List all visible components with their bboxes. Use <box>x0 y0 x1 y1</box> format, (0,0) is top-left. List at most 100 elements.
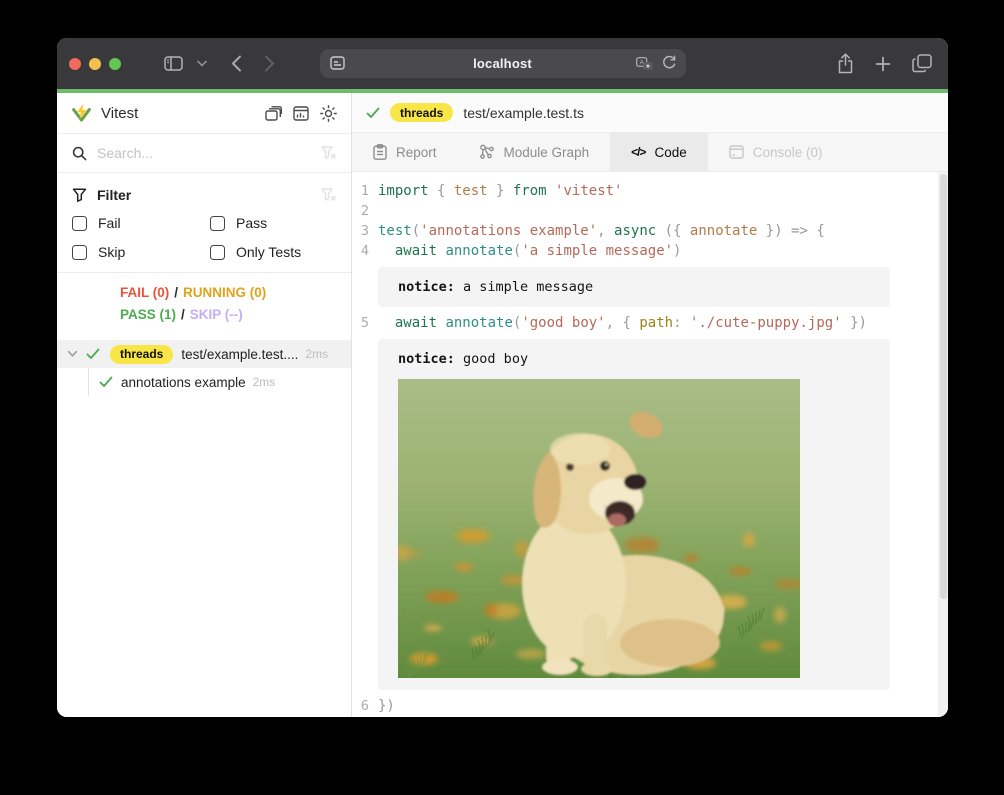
checkbox-box[interactable] <box>210 245 225 260</box>
code-text: import { test } from 'vitest' <box>378 181 622 201</box>
clear-search-filter-icon[interactable] <box>321 146 336 160</box>
duration: 2ms <box>253 375 276 389</box>
tab-overview-icon[interactable] <box>912 54 932 73</box>
pass-check-icon <box>366 107 380 119</box>
zoom-window-button[interactable] <box>109 58 121 70</box>
filter-checkbox-skip[interactable]: Skip <box>72 244 210 260</box>
new-tab-icon[interactable] <box>875 56 891 72</box>
page-settings-icon[interactable] <box>330 56 345 70</box>
clear-filter-icon[interactable] <box>321 188 336 202</box>
notice-label: notice: <box>398 279 455 295</box>
line-number: 3 <box>352 221 378 241</box>
tab-console: Console (0) <box>708 133 844 171</box>
pool-badge: threads <box>390 103 453 122</box>
search-input[interactable] <box>97 145 311 161</box>
translate-icon[interactable]: A ★ <box>636 57 653 70</box>
code-text: await annotate('a simple message') <box>378 241 681 261</box>
code-line: 6}) <box>352 696 948 716</box>
checkbox-box[interactable] <box>72 245 87 260</box>
filter-checkbox-pass[interactable]: Pass <box>210 215 336 231</box>
tab-label: Console (0) <box>753 145 823 160</box>
close-window-button[interactable] <box>69 58 81 70</box>
code-text: await annotate('good boy', { path: './cu… <box>378 313 867 333</box>
vertical-scrollbar[interactable] <box>938 172 948 717</box>
traffic-lights <box>69 58 121 70</box>
tree-item-test-case[interactable]: annotations example 2ms <box>57 368 351 396</box>
file-path: test/example.test.ts <box>463 105 584 121</box>
file-name: test/example.test.... <box>181 347 298 362</box>
code-lines-group: 6})7 <box>352 696 948 717</box>
duration: 2ms <box>305 347 328 361</box>
sidebar-header: Vitest <box>57 93 351 134</box>
chevron-down-icon[interactable] <box>67 350 78 358</box>
collapse-windows-icon[interactable] <box>265 106 282 121</box>
annotation-notice: notice: a simple message <box>378 267 890 307</box>
browser-titlebar: localhost A ★ <box>57 38 948 89</box>
tab-report[interactable]: Report <box>352 133 458 171</box>
filter-title: Filter <box>97 187 131 203</box>
pass-check-icon <box>99 376 113 388</box>
checkbox-box[interactable] <box>72 216 87 231</box>
main-panel: threads test/example.test.ts Report Modu… <box>352 93 948 717</box>
puppy-image <box>398 379 800 678</box>
vitest-logo-icon <box>71 103 92 124</box>
code-line: 4 await annotate('a simple message') <box>352 241 948 261</box>
tab-bar: Report Module Graph </> Code Console (0) <box>352 133 948 172</box>
chevron-down-icon[interactable] <box>197 60 207 67</box>
share-icon[interactable] <box>837 53 854 74</box>
tab-module-graph[interactable]: Module Graph <box>458 133 611 171</box>
url-text: localhost <box>473 56 532 71</box>
minimize-window-button[interactable] <box>89 58 101 70</box>
scrollbar-thumb[interactable] <box>940 174 947 599</box>
code-line: 5 await annotate('good boy', { path: './… <box>352 313 948 333</box>
tab-code[interactable]: </> Code <box>610 133 708 171</box>
line-number: 4 <box>352 241 378 261</box>
line-number: 6 <box>352 696 378 716</box>
code-lines-group: 5 await annotate('good boy', { path: './… <box>352 313 948 333</box>
filter-section: Filter Fail Pass Skip Only Tests <box>57 173 351 273</box>
reload-icon[interactable] <box>662 55 677 71</box>
code-text: test('annotations example', async ({ ann… <box>378 221 825 241</box>
test-tree: threads test/example.test.... 2ms annota… <box>57 340 351 396</box>
checkbox-label: Pass <box>236 215 267 231</box>
theme-toggle-sun-icon[interactable] <box>320 105 337 122</box>
filter-checkbox-only-tests[interactable]: Only Tests <box>210 244 336 260</box>
code-line: 7 <box>352 716 948 717</box>
notice-label: notice: <box>398 351 455 367</box>
skip-count: SKIP (--) <box>190 307 243 322</box>
checkbox-label: Skip <box>98 244 125 260</box>
code-text: }) <box>378 696 395 716</box>
code-viewer[interactable]: 1import { test } from 'vitest'23test('an… <box>352 172 948 717</box>
checkbox-label: Only Tests <box>236 244 301 260</box>
notice-message: good boy <box>463 351 528 367</box>
dashboard-icon[interactable] <box>293 106 309 121</box>
test-summary: FAIL (0)/RUNNING (0) PASS (1)/SKIP (--) <box>57 273 351 332</box>
address-bar[interactable]: localhost A ★ <box>320 49 686 78</box>
code-lines-group: 1import { test } from 'vitest'23test('an… <box>352 181 948 261</box>
notice-message: a simple message <box>463 279 593 295</box>
app-title: Vitest <box>101 105 138 122</box>
code-line: 1import { test } from 'vitest' <box>352 181 948 201</box>
running-count: RUNNING (0) <box>183 285 266 300</box>
search-icon <box>72 146 87 161</box>
tab-label: Module Graph <box>504 145 590 160</box>
line-number: 7 <box>352 716 378 717</box>
tree-guide-line <box>88 368 89 396</box>
tree-item-test-file[interactable]: threads test/example.test.... 2ms <box>57 340 351 368</box>
tab-label: Report <box>396 145 437 160</box>
filter-checkbox-fail[interactable]: Fail <box>72 215 210 231</box>
pass-count: PASS (1) <box>120 307 176 322</box>
line-number: 5 <box>352 313 378 333</box>
svg-text:★: ★ <box>645 62 650 69</box>
sidebar: Vitest <box>57 93 352 717</box>
code-line: 3test('annotations example', async ({ an… <box>352 221 948 241</box>
checkbox-label: Fail <box>98 215 121 231</box>
pass-check-icon <box>86 348 100 360</box>
summary-separator: / <box>181 307 185 322</box>
back-button[interactable] <box>231 55 242 72</box>
line-number: 2 <box>352 201 378 221</box>
sidebar-toggle-icon[interactable] <box>164 56 183 71</box>
checkbox-box[interactable] <box>210 216 225 231</box>
search-row <box>57 134 351 173</box>
forward-button[interactable] <box>264 55 275 72</box>
